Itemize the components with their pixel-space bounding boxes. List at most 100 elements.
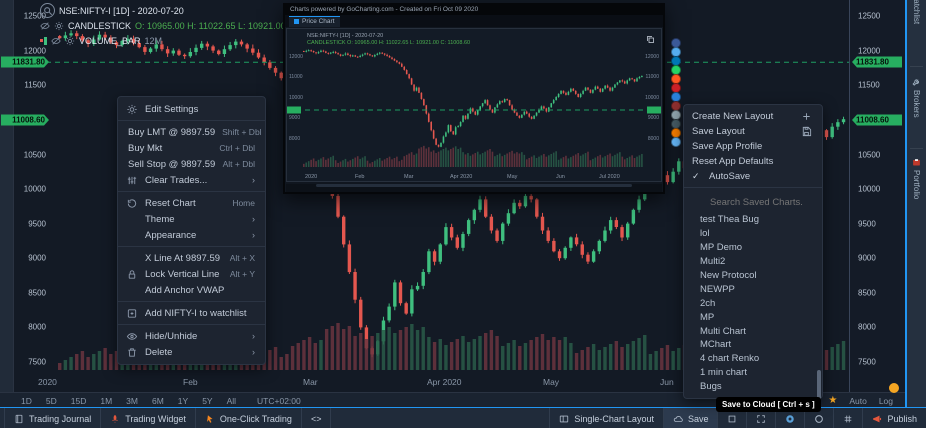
menu-item-lock-vertical-line[interactable]: Lock Vertical LineAlt + Y: [118, 266, 265, 282]
menu-item-reset-chart[interactable]: Reset ChartHome: [118, 195, 265, 211]
saved-chart-item[interactable]: MChart: [684, 338, 822, 352]
price-tag: 11008.60: [1, 115, 49, 126]
eye-off-icon[interactable]: [51, 36, 61, 46]
copy-icon[interactable]: [646, 35, 655, 44]
gear-icon[interactable]: [54, 21, 64, 31]
menu-item-theme[interactable]: Theme›: [118, 211, 265, 227]
price-axis-label: 9500: [858, 220, 876, 229]
timezone-button[interactable]: UTC+02:00: [257, 396, 301, 406]
study-name: VOLUME_BAR: [79, 36, 141, 46]
menu-item-autosave[interactable]: ✓ AutoSave: [684, 169, 822, 184]
favorite-star-icon[interactable]: ★: [828, 395, 837, 406]
mini-price-tag: [647, 107, 661, 114]
time-axis-label: May: [543, 377, 559, 387]
saved-chart-item[interactable]: 2ch: [684, 296, 822, 310]
mini-month-label: Feb: [355, 174, 364, 180]
reset-icon: [126, 198, 138, 209]
menu-item-reset-app-defaults[interactable]: Reset App Defaults: [684, 154, 822, 169]
range-button[interactable]: All: [220, 396, 243, 406]
saved-chart-item[interactable]: Multi Chart: [684, 324, 822, 338]
menu-item-buy-lmt[interactable]: Buy LMT @ 9897.59Shift + Dbl: [118, 124, 265, 140]
mini-chart-canvas: [287, 29, 661, 175]
save-button[interactable]: Save: [663, 408, 718, 428]
mini-axis-tick: 11000: [289, 74, 303, 80]
menu-item-add-anchor-vwap[interactable]: Add Anchor VWAP: [118, 282, 265, 298]
menu-scrollbar[interactable]: [817, 370, 821, 400]
grid-layout-button[interactable]: [833, 408, 862, 428]
sidebar-divider: [910, 148, 923, 149]
trading-widget-button[interactable]: Trading Widget: [101, 408, 196, 428]
range-button[interactable]: 5Y: [195, 396, 219, 406]
mini-month-label: Jun: [556, 174, 565, 180]
price-axis-label: 9500: [28, 220, 46, 229]
price-tag: 11831.80: [1, 57, 49, 68]
price-axis-label: 8500: [858, 289, 876, 298]
saved-charts-search[interactable]: [684, 191, 822, 213]
saved-chart-item[interactable]: NEWPP: [684, 282, 822, 296]
menu-divider: [118, 301, 265, 302]
menu-item-hide-unhide[interactable]: Hide/Unhide›: [118, 328, 265, 344]
menu-item-save-app-profile[interactable]: Save App Profile: [684, 139, 822, 154]
one-click-trading-button[interactable]: One-Click Trading: [196, 408, 302, 428]
price-axis-label: 7500: [28, 358, 46, 367]
search-input[interactable]: [708, 196, 812, 209]
scroll-to-realtime-button[interactable]: [889, 383, 899, 393]
gear-icon[interactable]: [65, 36, 75, 46]
menu-item-edit-settings[interactable]: Edit Settings: [118, 101, 265, 117]
saved-chart-item[interactable]: 4 chart Renko: [684, 352, 822, 366]
save-tooltip: Save to Cloud [ Ctrl + s ]: [716, 397, 821, 412]
share-icon[interactable]: [671, 137, 681, 147]
symbol-title: NSE:NIFTY-I [1D] - 2020-07-20: [59, 6, 184, 16]
saved-chart-item[interactable]: test Thea Bug: [684, 213, 822, 227]
range-button[interactable]: 1D: [14, 396, 39, 406]
range-button[interactable]: 5D: [39, 396, 64, 406]
sidebar-tab-brokers[interactable]: Brokers: [907, 78, 926, 118]
mini-axis-tick: 11000: [645, 74, 659, 80]
saved-chart-item[interactable]: 1 min chart: [684, 366, 822, 380]
menu-item-sell-stop[interactable]: Sell Stop @ 9897.59Alt + Dbl: [118, 156, 265, 172]
mini-axis-tick: 9000: [648, 115, 659, 121]
trading-journal-button[interactable]: Trading Journal: [4, 408, 101, 428]
layout-icon: [559, 414, 569, 424]
publish-button[interactable]: Publish: [862, 408, 926, 428]
price-axis-label: 10000: [24, 185, 46, 194]
range-button[interactable]: 1M: [93, 396, 119, 406]
saved-chart-item[interactable]: Multi2: [684, 255, 822, 269]
symbol-search-icon[interactable]: [40, 3, 55, 18]
range-button[interactable]: 15D: [64, 396, 94, 406]
snapshot-tab[interactable]: Price Chart: [289, 16, 340, 27]
menu-item-appearance[interactable]: Appearance›: [118, 227, 265, 243]
menu-item-clear-trades[interactable]: Clear Trades...›: [118, 172, 265, 188]
rocket-icon: [110, 414, 120, 424]
range-button[interactable]: 3M: [119, 396, 145, 406]
lock-icon: [126, 269, 138, 280]
mini-axis-tick: 8000: [289, 136, 300, 142]
eye-off-icon[interactable]: [40, 21, 50, 31]
saved-charts-list: test Thea BuglolMP DemoMulti2New Protoco…: [684, 213, 822, 394]
saved-chart-item[interactable]: MP Demo: [684, 241, 822, 255]
menu-divider: [118, 191, 265, 192]
menu-item-buy-mkt[interactable]: Buy MktCtrl + Dbl: [118, 140, 265, 156]
gear-icon: [126, 104, 138, 115]
code-button[interactable]: <>: [302, 408, 332, 428]
price-axis-label: 11500: [858, 81, 880, 90]
sidebar-tab-portfolio[interactable]: Portfolio: [907, 158, 926, 199]
saved-chart-item[interactable]: MP: [684, 310, 822, 324]
saved-chart-item[interactable]: Bugs: [684, 380, 822, 394]
range-button[interactable]: 1Y: [171, 396, 195, 406]
range-button[interactable]: 6M: [145, 396, 171, 406]
menu-item-save-layout[interactable]: Save Layout: [684, 124, 822, 139]
menu-item-add-to-watchlist[interactable]: Add NIFTY-I to watchlist: [118, 305, 265, 321]
menu-item-x-line[interactable]: X Line At 9897.59Alt + X: [118, 250, 265, 266]
mini-axis-tick: 12000: [645, 54, 659, 60]
single-chart-layout-button[interactable]: Single-Chart Layout: [549, 408, 663, 428]
log-scale-toggle[interactable]: Log: [879, 396, 893, 406]
sidebar-tab-watchlist[interactable]: Watchlist: [907, 0, 926, 24]
price-axis-label: 9000: [858, 254, 876, 263]
menu-item-delete[interactable]: Delete›: [118, 344, 265, 360]
saved-chart-item[interactable]: lol: [684, 227, 822, 241]
auto-scale-toggle[interactable]: Auto: [849, 396, 867, 406]
saved-chart-item[interactable]: New Protocol: [684, 269, 822, 283]
menu-item-create-new-layout[interactable]: Create New Layout: [684, 109, 822, 124]
mini-axis-tick: 8000: [648, 136, 659, 142]
